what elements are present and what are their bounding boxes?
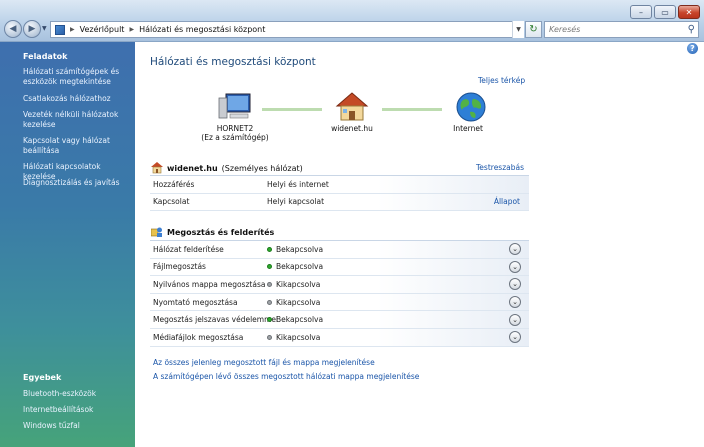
network-type: (Személyes hálózat) <box>221 163 303 173</box>
sharing-icon <box>151 227 162 237</box>
home-network-icon <box>335 92 369 121</box>
title-bar: – ▭ ✕ ◀ ▶ ▼ ▶ Vezérlőpult ▶ Hálózati és … <box>0 0 704 42</box>
row-label: Fájlmegosztás <box>153 262 206 272</box>
tasks-heading: Feladatok <box>23 52 68 61</box>
expand-chevron-icon[interactable]: ⌄ <box>509 296 521 309</box>
table-row: Hozzáférés Helyi és internet <box>150 176 529 194</box>
expand-chevron-icon[interactable]: ⌄ <box>509 260 521 273</box>
search-placeholder: Keresés <box>549 25 581 34</box>
other-heading: Egyebek <box>23 373 62 382</box>
search-input[interactable]: Keresés ⚲ <box>544 21 699 38</box>
address-dropdown-icon[interactable]: ▼ <box>512 21 524 38</box>
row-label: Nyilvános mappa megosztása <box>153 279 266 289</box>
map-link-line <box>262 108 322 111</box>
breadcrumb-separator-icon: ▶ <box>129 26 135 33</box>
maximize-button[interactable]: ▭ <box>654 5 676 19</box>
task-connect-network[interactable]: Csatlakozás hálózathoz <box>23 94 131 104</box>
status-on-icon <box>267 264 272 270</box>
expand-chevron-icon[interactable]: ⌄ <box>509 243 521 256</box>
status-off-icon <box>267 334 272 340</box>
full-map-link[interactable]: Teljes térkép <box>478 76 525 85</box>
link-internet-options[interactable]: Internetbeállítások <box>23 405 131 415</box>
computer-sub: (Ez a számítógép) <box>201 133 269 142</box>
task-setup-connection[interactable]: Kapcsolat vagy hálózat beállítása <box>23 136 131 156</box>
row-label: Nyomtató megosztása <box>153 297 238 307</box>
row-label: Hozzáférés <box>153 179 195 189</box>
table-row[interactable]: Megosztás jelszavas védelemmel Bekapcsol… <box>150 311 529 329</box>
breadcrumb-network-center[interactable]: Hálózati és megosztási központ <box>139 25 265 34</box>
table-row: Kapcsolat Helyi kapcsolat Állapot <box>150 193 529 212</box>
forward-button[interactable]: ▶ <box>23 20 41 38</box>
row-label: Megosztás jelszavas védelemmel <box>153 315 279 325</box>
globe-icon <box>456 92 486 122</box>
computer-name: HORNET2 <box>216 124 254 133</box>
breadcrumb-control-panel[interactable]: Vezérlőpult <box>80 25 125 34</box>
breadcrumb-separator-icon: ▶ <box>70 26 75 33</box>
network-name: widenet.hu <box>167 163 218 173</box>
expand-chevron-icon[interactable]: ⌄ <box>509 331 521 344</box>
row-value: Helyi kapcsolat <box>267 197 325 207</box>
help-icon[interactable]: ? <box>687 43 698 54</box>
table-row[interactable]: Fájlmegosztás Bekapcsolva ⌄ <box>150 258 529 277</box>
status-link[interactable]: Állapot <box>494 197 520 206</box>
expand-chevron-icon[interactable]: ⌄ <box>509 313 521 326</box>
back-arrow-icon: ◀ <box>9 24 17 34</box>
row-label: Médiafájlok megosztása <box>153 332 244 342</box>
row-value: Kikapcsolva <box>267 298 320 307</box>
row-value: Kikapcsolva <box>267 333 320 342</box>
refresh-button[interactable]: ↻ <box>525 21 542 38</box>
task-manage-wireless[interactable]: Vezeték nélküli hálózatok kezelése <box>23 110 131 130</box>
table-row[interactable]: Nyomtató megosztása Kikapcsolva ⌄ <box>150 293 529 312</box>
expand-chevron-icon[interactable]: ⌄ <box>509 278 521 291</box>
network-node-label: widenet.hu <box>331 124 373 133</box>
control-panel-icon <box>55 24 65 35</box>
close-button[interactable]: ✕ <box>678 5 700 19</box>
link-bluetooth[interactable]: Bluetooth-eszközök <box>23 389 131 399</box>
status-off-icon <box>267 281 272 287</box>
table-row[interactable]: Médiafájlok megosztása Kikapcsolva ⌄ <box>150 328 529 347</box>
row-value: Kikapcsolva <box>267 280 320 289</box>
table-row[interactable]: Nyilvános mappa megosztása Kikapcsolva ⌄ <box>150 276 529 294</box>
show-shared-files-link[interactable]: Az összes jelenleg megosztott fájl és ma… <box>153 358 375 367</box>
row-label: Kapcsolat <box>153 197 190 207</box>
network-section-heading: widenet.hu (Személyes hálózat) <box>151 162 303 174</box>
refresh-icon: ↻ <box>529 24 538 35</box>
search-icon[interactable]: ⚲ <box>688 24 695 35</box>
map-link-line <box>382 108 442 111</box>
network-details-table: Hozzáférés Helyi és internet Kapcsolat H… <box>150 175 529 212</box>
home-network-icon <box>151 162 163 174</box>
row-label: Hálózat felderítése <box>153 244 224 254</box>
forward-arrow-icon: ▶ <box>28 24 36 34</box>
task-diagnose-repair[interactable]: Diagnosztizálás és javítás <box>23 178 131 188</box>
customize-link[interactable]: Testreszabás <box>476 163 524 172</box>
internet-node-label: Internet <box>453 124 483 133</box>
table-row[interactable]: Hálózat felderítése Bekapcsolva ⌄ <box>150 241 529 259</box>
row-value: Bekapcsolva <box>267 245 323 254</box>
minimize-button[interactable]: – <box>630 5 652 19</box>
row-value: Bekapcsolva <box>267 262 323 271</box>
status-off-icon <box>267 299 272 305</box>
sharing-section-heading: Megosztás és felderítés <box>151 226 274 238</box>
status-on-icon <box>267 317 272 323</box>
row-value: Helyi és internet <box>267 179 329 189</box>
computer-node-label: HORNET2 (Ez a számítógép) <box>198 124 272 142</box>
row-value: Bekapcsolva <box>267 315 323 324</box>
computer-icon <box>218 93 251 119</box>
status-on-icon <box>267 246 272 252</box>
task-view-computers[interactable]: Hálózati számítógépek és eszközök megtek… <box>23 67 131 87</box>
sharing-settings-table: Hálózat felderítése Bekapcsolva ⌄ Fájlme… <box>150 240 529 347</box>
back-button[interactable]: ◀ <box>4 20 22 38</box>
recent-pages-dropdown-icon[interactable]: ▼ <box>42 25 47 32</box>
show-shared-folders-link[interactable]: A számítógépen lévő összes megosztott há… <box>153 372 419 381</box>
link-windows-firewall[interactable]: Windows tűzfal <box>23 421 131 431</box>
address-bar[interactable]: ▶ Vezérlőpult ▶ Hálózati és megosztási k… <box>50 21 520 38</box>
page-title: Hálózati és megosztási központ <box>150 56 316 68</box>
sharing-heading-text: Megosztás és felderítés <box>167 227 275 237</box>
